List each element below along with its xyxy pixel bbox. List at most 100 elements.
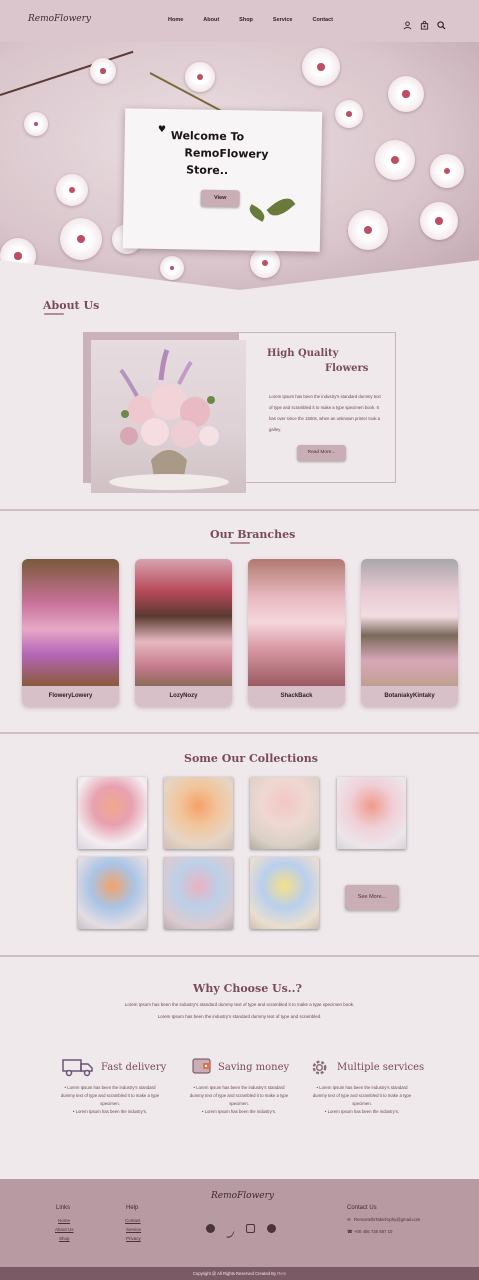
nav-service[interactable]: Service <box>273 17 293 23</box>
copyright-text: Copyright @ All Rights Reserved Created … <box>192 1271 277 1276</box>
blossom-image <box>348 210 388 250</box>
nav-about[interactable]: About <box>203 17 219 23</box>
welcome-card: ♥ Welcome To RemoFlowery Store.. View <box>122 108 323 252</box>
branch-image <box>248 559 345 686</box>
see-more-button[interactable]: See More... <box>345 885 399 910</box>
collections-title: Some Our Collections <box>184 752 318 765</box>
header-icons <box>403 15 446 30</box>
blossom-image <box>185 62 215 92</box>
feature-points: Lorem Ipsum has been the industry's stan… <box>60 1084 160 1116</box>
title-underline <box>44 313 64 315</box>
feature-point: Lorem Ipsum has been the industry's stan… <box>60 1084 160 1108</box>
footer-link-privacy[interactable]: Privacy <box>126 1236 141 1241</box>
read-more-button[interactable]: Read More... <box>297 445 346 461</box>
truck-icon <box>62 1057 94 1081</box>
blossom-image <box>0 238 36 274</box>
branch-name: BotaniakyKintaky <box>384 693 435 699</box>
site-footer: RemoFlowery Links Home About Us Shop Hel… <box>0 1179 479 1267</box>
collection-image[interactable] <box>250 857 319 929</box>
why-title: Why Choose Us..? <box>193 982 302 995</box>
main-nav: Home About Shop Service Contact <box>168 17 353 23</box>
blossom-image <box>430 154 464 188</box>
branch-image <box>22 559 119 686</box>
facebook-icon[interactable] <box>206 1224 215 1233</box>
blossom-image <box>420 202 458 240</box>
instagram-icon[interactable] <box>246 1224 255 1233</box>
section-divider <box>0 955 479 957</box>
bouquet-image <box>91 340 246 493</box>
blossom-image <box>250 248 280 278</box>
heart-icon: ♥ <box>157 124 167 136</box>
why-description-1: Lorem Ipsum has been the industry's stan… <box>124 1002 355 1007</box>
hero-banner: ♥ Welcome To RemoFlowery Store.. View <box>0 42 479 290</box>
nav-contact[interactable]: Contact <box>313 17 333 23</box>
collection-image[interactable] <box>337 777 406 849</box>
phone-icon: ☎ <box>347 1229 353 1234</box>
footer-link-service[interactable]: Service <box>126 1227 141 1232</box>
title-underline <box>230 542 250 544</box>
blossom-image <box>302 48 340 86</box>
branch-name: LozyNozy <box>169 693 198 699</box>
footer-logo[interactable]: RemoFlowery <box>211 1191 274 1201</box>
collection-image[interactable] <box>164 857 233 929</box>
branch-card[interactable]: LozyNozy <box>135 559 232 706</box>
section-divider <box>0 732 479 734</box>
hero-heading: Welcome To RemoFlowery Store.. <box>168 127 309 180</box>
copyright-bar: Copyright @ All Rights Reserved Created … <box>0 1267 479 1280</box>
collection-image[interactable] <box>78 857 147 929</box>
collection-image[interactable] <box>250 777 319 849</box>
blossom-image <box>56 174 88 206</box>
user-icon[interactable] <box>403 15 412 30</box>
blossom-image <box>24 112 48 136</box>
section-divider <box>0 509 479 511</box>
search-icon[interactable] <box>437 15 446 30</box>
collection-image[interactable] <box>78 777 147 849</box>
footer-link-contact[interactable]: Contact <box>125 1218 141 1223</box>
feature-point: Lorem Ipsum has been the industry's. <box>189 1108 289 1116</box>
footer-contact-title: Contact Us <box>347 1205 377 1211</box>
gear-icon <box>310 1058 329 1081</box>
branch-card[interactable]: FloweryLowery <box>22 559 119 706</box>
footer-link-shop[interactable]: Shop <box>59 1236 70 1241</box>
about-heading-line2: Flowers <box>325 363 369 374</box>
branch-card[interactable]: BotaniakyKintaky <box>361 559 458 706</box>
wallet-icon <box>192 1057 212 1079</box>
hero-heading-line3: Store.. <box>186 163 229 178</box>
feature-point: Lorem Ipsum has been the industry's. <box>312 1108 412 1116</box>
bag-icon[interactable] <box>420 15 429 30</box>
about-title: About Us <box>43 299 100 312</box>
view-button[interactable]: View <box>200 189 240 208</box>
footer-phone[interactable]: +00 456 735 587 10 <box>354 1229 392 1234</box>
blossom-image <box>388 76 424 112</box>
branch-image <box>135 559 232 686</box>
nav-home[interactable]: Home <box>168 17 183 23</box>
footer-links-title: Links <box>56 1205 71 1211</box>
twitter-icon[interactable] <box>226 1224 235 1238</box>
blossom-image <box>60 218 102 260</box>
nav-shop[interactable]: Shop <box>239 17 253 23</box>
about-description: Lorem Ipsum has been the industry's stan… <box>269 394 381 432</box>
feature-point: Lorem Ipsum has been the industry's stan… <box>189 1084 289 1108</box>
branch-card[interactable]: ShackBack <box>248 559 345 706</box>
about-heading-line1: High Quality <box>267 348 339 359</box>
telegram-icon[interactable] <box>267 1224 276 1233</box>
blossom-image <box>335 100 363 128</box>
feature-point: Lorem Ipsum has been the industry's. <box>60 1108 160 1116</box>
blossom-image <box>375 140 415 180</box>
feature-title: Fast delivery <box>101 1062 167 1073</box>
branch-name: ShackBack <box>280 693 313 699</box>
footer-link-about[interactable]: About Us <box>55 1227 74 1232</box>
feature-point: Lorem Ipsum has been the industry's stan… <box>312 1084 412 1108</box>
feature-title: Saving money <box>218 1062 290 1073</box>
site-logo[interactable]: RemoFlowery <box>28 14 91 24</box>
footer-help-title: Help <box>126 1205 139 1211</box>
branch-name: FloweryLowery <box>48 693 93 699</box>
collection-image[interactable] <box>164 777 233 849</box>
feature-points: Lorem Ipsum has been the industry's stan… <box>312 1084 412 1116</box>
branches-title: Our Branches <box>210 528 296 541</box>
footer-email[interactable]: RemoHelloTabelrophy@gmail.com <box>354 1217 420 1222</box>
copyright-author[interactable]: Rem <box>277 1271 286 1276</box>
branch-image <box>361 559 458 686</box>
footer-link-home[interactable]: Home <box>58 1218 70 1223</box>
feature-points: Lorem Ipsum has been the industry's stan… <box>189 1084 289 1116</box>
